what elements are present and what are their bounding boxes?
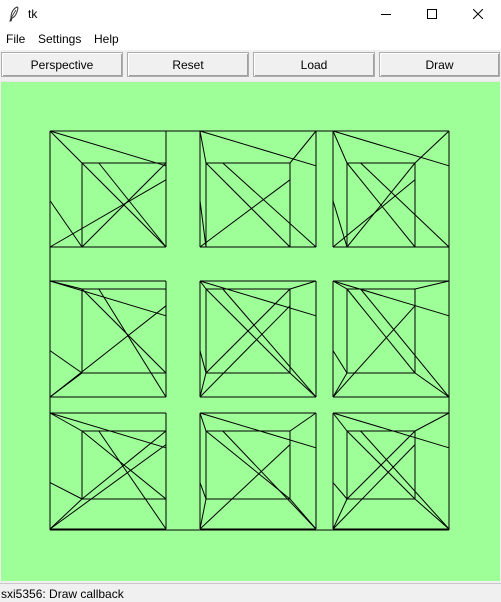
cube-2-edge: [199, 130, 317, 167]
cube-4-edge: [81, 288, 167, 374]
cube-7-edge: [49, 412, 83, 432]
cube-3-edge: [332, 200, 348, 248]
reset-button[interactable]: Reset: [127, 52, 249, 77]
cube-2-edge: [199, 130, 207, 164]
cube-5-edge: [222, 288, 317, 398]
status-bar: sxi5356: Draw callback: [0, 583, 501, 602]
cube-1-edge: [98, 162, 167, 248]
wireframe-canvas: [49, 130, 450, 531]
cube-9-edge: [414, 498, 450, 530]
cube-9-edge: [332, 498, 348, 530]
window-title: tk: [28, 7, 38, 21]
cube-6-edge: [346, 288, 416, 374]
cube-1-edge: [49, 200, 83, 248]
cube-8-edge: [199, 412, 207, 432]
maximize-icon: [427, 9, 437, 19]
cube-4-edge: [49, 305, 167, 398]
cube-7-edge: [49, 444, 167, 530]
cube-4-edge: [49, 280, 167, 317]
cube-9-edge: [332, 412, 450, 449]
cube-3-edge: [414, 130, 450, 164]
cube-2-edge: [222, 162, 317, 248]
cube-4-edge: [49, 350, 83, 374]
cube-6-edge: [332, 350, 348, 374]
menu-help[interactable]: Help: [94, 32, 119, 46]
cube-5-edge: [289, 372, 317, 398]
cube-8-edge: [199, 412, 317, 449]
cube-7-edge: [98, 430, 167, 530]
perspective-button[interactable]: Perspective: [1, 52, 123, 77]
cube-6-edge: [414, 280, 450, 290]
cube-2-edge: [289, 130, 317, 164]
cube-6-edge: [332, 305, 416, 398]
title-bar: tk: [0, 0, 501, 28]
close-icon: [473, 9, 483, 19]
maximize-button[interactable]: [409, 0, 455, 28]
cube-6-edge: [360, 288, 450, 398]
cube-9-edge: [332, 482, 348, 500]
cube-9-edge: [360, 430, 450, 530]
cube-9-edge: [414, 412, 450, 432]
draw-button[interactable]: Draw: [379, 52, 500, 77]
cube-3-edge: [332, 130, 348, 164]
status-text: sxi5356: Draw callback: [1, 587, 124, 601]
drawing-canvas[interactable]: [1, 81, 500, 581]
cube-2-edge: [199, 179, 291, 248]
load-button[interactable]: Load: [253, 52, 375, 77]
cube-8-edge: [222, 430, 317, 530]
minimize-button[interactable]: [363, 0, 409, 28]
cube-3-edge: [332, 130, 450, 167]
cube-7-edge: [49, 498, 83, 530]
menu-settings[interactable]: Settings: [38, 32, 81, 46]
cube-9-edge: [332, 412, 348, 432]
cube-2-edge: [205, 162, 291, 248]
cube-5-edge: [289, 280, 317, 290]
minimize-icon: [381, 14, 391, 15]
toolbar: Perspective Reset Load Draw: [0, 52, 501, 78]
cube-2-edge: [199, 200, 207, 248]
cube-5-edge: [199, 350, 207, 374]
cube-8-edge: [199, 482, 207, 500]
cube-6-edge: [332, 372, 348, 398]
cube-7-edge: [49, 482, 83, 500]
cube-8-edge: [289, 412, 317, 432]
menu-bar: File Settings Help: [0, 28, 501, 50]
cube-6-edge: [332, 280, 450, 317]
cube-7-edge: [49, 412, 167, 449]
cube-3-edge: [332, 179, 416, 248]
close-button[interactable]: [455, 0, 501, 28]
menu-file[interactable]: File: [6, 32, 25, 46]
cube-1-edge: [49, 179, 167, 248]
feather-icon: [9, 6, 19, 22]
